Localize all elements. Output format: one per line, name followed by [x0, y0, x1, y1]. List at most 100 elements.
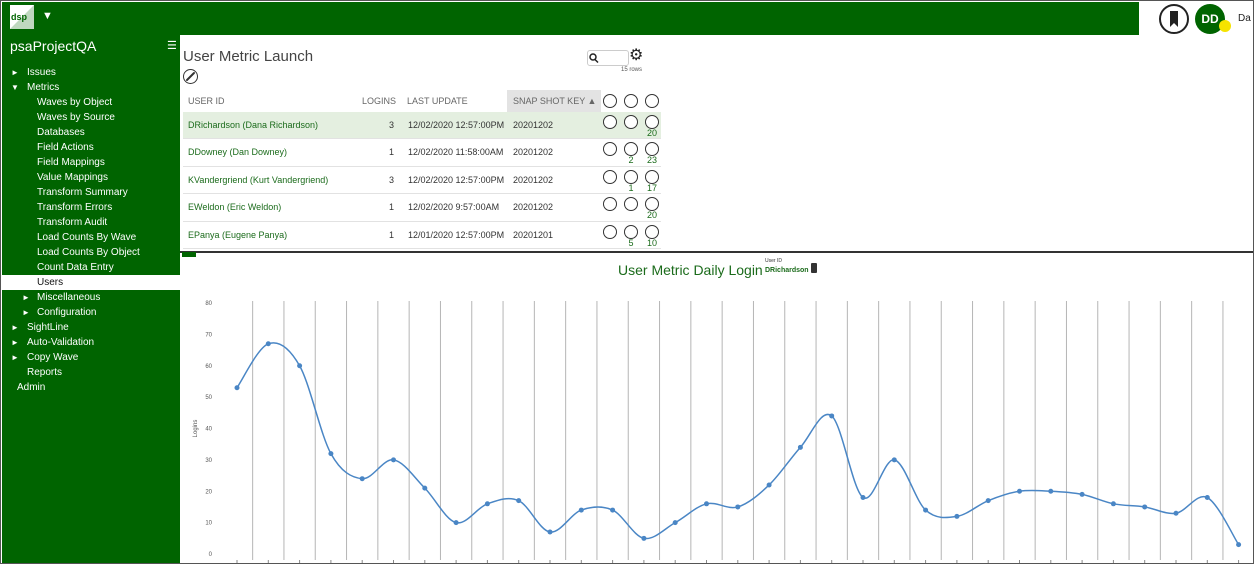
bar-chart-icon[interactable]	[603, 94, 617, 108]
data-point[interactable]	[1173, 510, 1179, 516]
data-point[interactable]	[234, 385, 240, 391]
target-icon[interactable]	[624, 169, 638, 184]
splitter-handle[interactable]	[182, 252, 196, 257]
user-name[interactable]: Da	[1238, 13, 1251, 24]
bar-chart-icon[interactable]	[603, 115, 617, 129]
data-point[interactable]	[1017, 488, 1022, 494]
data-point[interactable]	[516, 498, 522, 504]
sidebar-item-configuration[interactable]: ► Configuration	[2, 305, 180, 320]
sidebar-item-issues[interactable]: ► Issues	[2, 65, 180, 80]
data-point[interactable]	[704, 501, 709, 507]
data-point[interactable]	[359, 476, 365, 482]
table-row[interactable]: DRichardson (Dana Richardson) 3 12/02/2020…	[183, 112, 661, 140]
data-point[interactable]	[265, 341, 271, 347]
sidebar-item-admin[interactable]: Admin	[2, 380, 180, 395]
search-input[interactable]	[587, 50, 629, 66]
bar-chart-icon[interactable]	[603, 224, 617, 239]
data-point[interactable]	[1204, 495, 1210, 501]
target-icon[interactable]	[624, 197, 638, 212]
user-id-cell[interactable]: KVandergriend (Kurt Vandergriend)	[188, 175, 328, 185]
user-id-cell[interactable]: EWeldon (Eric Weldon)	[188, 202, 281, 212]
sidebar-item-label: Issues	[27, 67, 56, 78]
filter-value[interactable]: DRichardson	[765, 267, 809, 274]
col-logins[interactable]: LOGINS	[362, 96, 396, 106]
line-chart-icon[interactable]	[645, 142, 659, 157]
hamburger-icon[interactable]: ☰	[167, 39, 177, 52]
data-point[interactable]	[735, 504, 741, 510]
sidebar-item-copy-wave[interactable]: ► Copy Wave	[2, 350, 180, 365]
gear-icon[interactable]: ⚙	[629, 48, 643, 64]
line-chart-icon[interactable]	[645, 224, 659, 239]
data-point[interactable]	[1079, 491, 1085, 497]
wrench-icon[interactable]	[183, 69, 198, 84]
data-point[interactable]	[1110, 501, 1116, 507]
data-point[interactable]	[422, 485, 428, 491]
data-point[interactable]	[672, 520, 678, 526]
sidebar-item-databases[interactable]: Databases	[2, 125, 180, 140]
bookmark-button[interactable]	[1159, 4, 1189, 34]
device-icon[interactable]	[811, 263, 817, 273]
user-id-cell[interactable]: DRichardson (Dana Richardson)	[188, 120, 318, 130]
user-id-cell[interactable]: DDowney (Dan Downey)	[188, 147, 287, 157]
sidebar-item-field-actions[interactable]: Field Actions	[2, 140, 180, 155]
data-point[interactable]	[1048, 488, 1054, 494]
dsp-logo[interactable]: dsp	[10, 5, 34, 29]
data-point[interactable]	[484, 501, 490, 507]
data-point[interactable]	[641, 535, 647, 541]
target-icon[interactable]	[624, 142, 638, 157]
data-point[interactable]	[1236, 542, 1242, 548]
col-user-id[interactable]: USER ID	[188, 96, 225, 106]
data-point[interactable]	[766, 482, 772, 488]
target-icon[interactable]	[624, 115, 638, 129]
sidebar-item-load-counts-by-wave[interactable]: Load Counts By Wave	[2, 230, 180, 245]
user-id-cell[interactable]: EPanya (Eugene Panya)	[188, 230, 287, 240]
line-chart-icon[interactable]	[645, 197, 659, 212]
sidebar-item-value-mappings[interactable]: Value Mappings	[2, 170, 180, 185]
data-point[interactable]	[954, 513, 960, 519]
data-point[interactable]	[1142, 504, 1148, 510]
data-point[interactable]	[328, 451, 334, 457]
sidebar-item-reports[interactable]: Reports	[2, 365, 180, 380]
project-name[interactable]: psaProjectQA	[10, 38, 96, 54]
table-row[interactable]: DDowney (Dan Downey) 1 12/02/2020 11:58:00…	[183, 139, 661, 167]
sidebar-item-field-mappings[interactable]: Field Mappings	[2, 155, 180, 170]
sidebar-item-transform-audit[interactable]: Transform Audit	[2, 215, 180, 230]
data-point[interactable]	[391, 457, 396, 463]
sidebar-item-count-data-entry[interactable]: Count Data Entry	[2, 260, 180, 275]
data-point[interactable]	[297, 363, 303, 369]
sidebar-item-metrics[interactable]: ▼ Metrics	[2, 80, 180, 95]
data-point[interactable]	[797, 444, 803, 450]
sidebar-item-transform-errors[interactable]: Transform Errors	[2, 200, 180, 215]
sidebar-item-sightline[interactable]: ► SightLine	[2, 320, 180, 335]
table-row[interactable]: EWeldon (Eric Weldon) 1 12/02/2020 9:57:00…	[183, 194, 661, 222]
data-point[interactable]	[547, 529, 553, 535]
line-chart-icon[interactable]	[645, 169, 659, 184]
data-point[interactable]	[891, 457, 897, 463]
data-point[interactable]	[610, 507, 616, 513]
data-point[interactable]	[923, 507, 929, 513]
bar-chart-icon[interactable]	[603, 142, 617, 157]
sidebar-item-transform-summary[interactable]: Transform Summary	[2, 185, 180, 200]
sidebar-item-load-counts-by-object[interactable]: Load Counts By Object	[2, 245, 180, 260]
bar-chart-icon[interactable]	[603, 169, 617, 184]
line-chart-icon[interactable]	[645, 94, 659, 108]
sidebar-item-auto-validation[interactable]: ► Auto-Validation	[2, 335, 180, 350]
table-row[interactable]: KVandergriend (Kurt Vandergriend) 3 12/02/…	[183, 167, 661, 195]
target-icon[interactable]	[624, 94, 638, 108]
data-point[interactable]	[453, 520, 459, 526]
data-point[interactable]	[985, 498, 991, 504]
line-chart-icon[interactable]	[645, 115, 659, 129]
bar-chart-icon[interactable]	[603, 197, 617, 212]
data-point[interactable]	[578, 507, 584, 513]
data-point[interactable]	[829, 413, 835, 419]
data-point[interactable]	[860, 495, 866, 501]
sidebar-item-miscellaneous[interactable]: ► Miscellaneous	[2, 290, 180, 305]
table-row[interactable]: EPanya (Eugene Panya) 1 12/01/2020 12:57:0…	[183, 222, 661, 249]
col-last-update[interactable]: LAST UPDATE	[407, 96, 468, 106]
sidebar-item-users[interactable]: Users	[2, 275, 180, 290]
col-snap-shot-key[interactable]: SNAP SHOT KEY ▲	[507, 90, 601, 112]
sidebar-item-waves-by-object[interactable]: Waves by Object	[2, 95, 180, 110]
target-icon[interactable]	[624, 224, 638, 239]
sidebar-item-waves-by-source[interactable]: Waves by Source	[2, 110, 180, 125]
app-menu-caret-icon[interactable]: ▼	[42, 10, 53, 22]
